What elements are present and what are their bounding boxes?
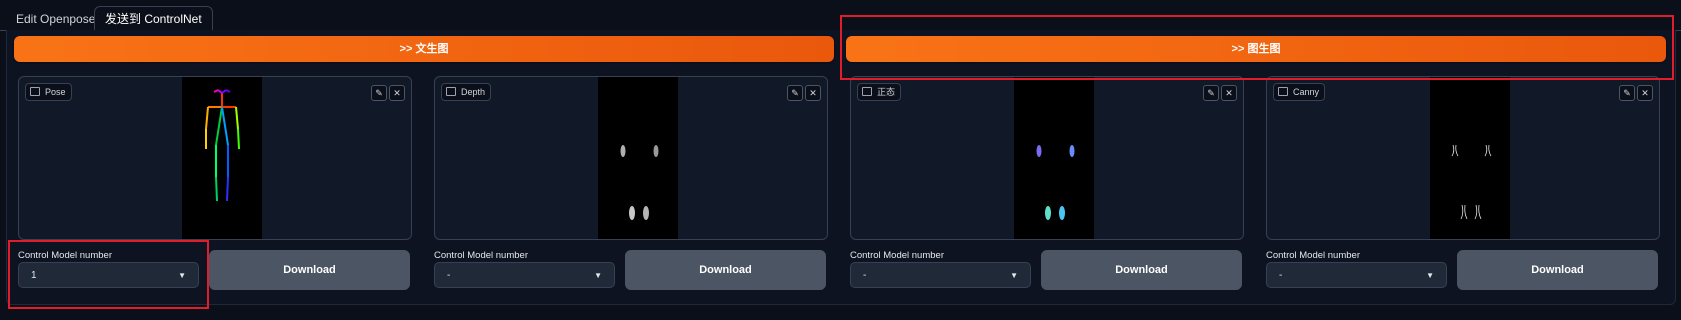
close-icon[interactable]: ✕: [1221, 85, 1237, 101]
depth-label-text: Depth: [461, 87, 486, 97]
control-model-number-label: Control Model number: [18, 250, 112, 261]
pose-tools: ✎ ✕: [369, 83, 405, 101]
chevron-down-icon: ▼: [594, 271, 602, 280]
canny-label-text: Canny: [1293, 87, 1320, 97]
canny-image-box[interactable]: Canny ✎ ✕: [1266, 76, 1660, 240]
control-model-number-label: Control Model number: [850, 250, 944, 261]
image-icon: [1278, 87, 1288, 97]
canny-label: Canny: [1273, 83, 1326, 101]
pose-card: Pose ✎ ✕ Control Model number 1 ▼ Downloa…: [14, 76, 412, 294]
chevron-down-icon: ▼: [1426, 271, 1434, 280]
depth-image: [598, 77, 678, 239]
send-to-img2img-button[interactable]: >> 图生图: [846, 36, 1666, 62]
control-model-number-select[interactable]: - ▼: [850, 262, 1031, 288]
pose-label-text: Pose: [45, 87, 66, 97]
normal-image: [1014, 77, 1094, 239]
pose-image-box[interactable]: Pose ✎ ✕: [18, 76, 412, 240]
normal-map: [1036, 145, 1075, 220]
canny-tools: ✎ ✕: [1617, 83, 1653, 101]
download-button[interactable]: Download: [1457, 250, 1658, 290]
image-icon: [862, 87, 872, 97]
send-to-txt2img-button[interactable]: >> 文生图: [14, 36, 834, 62]
pencil-icon[interactable]: ✎: [787, 85, 803, 101]
control-model-number-label: Control Model number: [1266, 250, 1360, 261]
select-value: -: [447, 270, 451, 281]
depth-image-box[interactable]: Depth ✎ ✕: [434, 76, 828, 240]
image-icon: [446, 87, 456, 97]
control-model-number-select[interactable]: - ▼: [434, 262, 615, 288]
depth-map: [620, 145, 659, 220]
depth-label: Depth: [441, 83, 492, 101]
control-model-number-label: Control Model number: [434, 250, 528, 261]
normal-card: 正态 ✎ ✕ Control Model number - ▼ Download: [846, 76, 1244, 294]
tab-send-to-controlnet[interactable]: 发送到 ControlNet: [94, 6, 213, 32]
normal-tools: ✎ ✕: [1201, 83, 1237, 101]
pose-skeleton: [205, 89, 240, 202]
close-icon[interactable]: ✕: [805, 85, 821, 101]
normal-image-box[interactable]: 正态 ✎ ✕: [850, 76, 1244, 240]
download-button[interactable]: Download: [209, 250, 410, 290]
select-value: -: [1279, 270, 1283, 281]
tab-edit-openpose[interactable]: Edit Openpose: [16, 8, 95, 30]
select-value: -: [863, 270, 867, 281]
control-model-number-select[interactable]: 1 ▼: [18, 262, 199, 288]
image-icon: [30, 87, 40, 97]
download-button[interactable]: Download: [625, 250, 826, 290]
chevron-down-icon: ▼: [1010, 271, 1018, 280]
normal-label-text: 正态: [877, 87, 896, 97]
normal-label: 正态: [857, 83, 902, 101]
chevron-down-icon: ▼: [178, 271, 186, 280]
tab-bar: Edit Openpose 发送到 ControlNet: [0, 0, 1681, 32]
canny-image: [1430, 77, 1510, 239]
select-value: 1: [31, 270, 37, 281]
pose-label: Pose: [25, 83, 72, 101]
canny-edges: [1451, 144, 1492, 220]
depth-card: Depth ✎ ✕ Control Model number - ▼ Downlo…: [430, 76, 828, 294]
pencil-icon[interactable]: ✎: [1619, 85, 1635, 101]
pose-image: [182, 77, 262, 239]
canny-card: Canny ✎ ✕ Control Model number - ▼ Downlo…: [1262, 76, 1660, 294]
close-icon[interactable]: ✕: [389, 85, 405, 101]
depth-tools: ✎ ✕: [785, 83, 821, 101]
download-button[interactable]: Download: [1041, 250, 1242, 290]
control-model-number-select[interactable]: - ▼: [1266, 262, 1447, 288]
close-icon[interactable]: ✕: [1637, 85, 1653, 101]
pencil-icon[interactable]: ✎: [1203, 85, 1219, 101]
pencil-icon[interactable]: ✎: [371, 85, 387, 101]
